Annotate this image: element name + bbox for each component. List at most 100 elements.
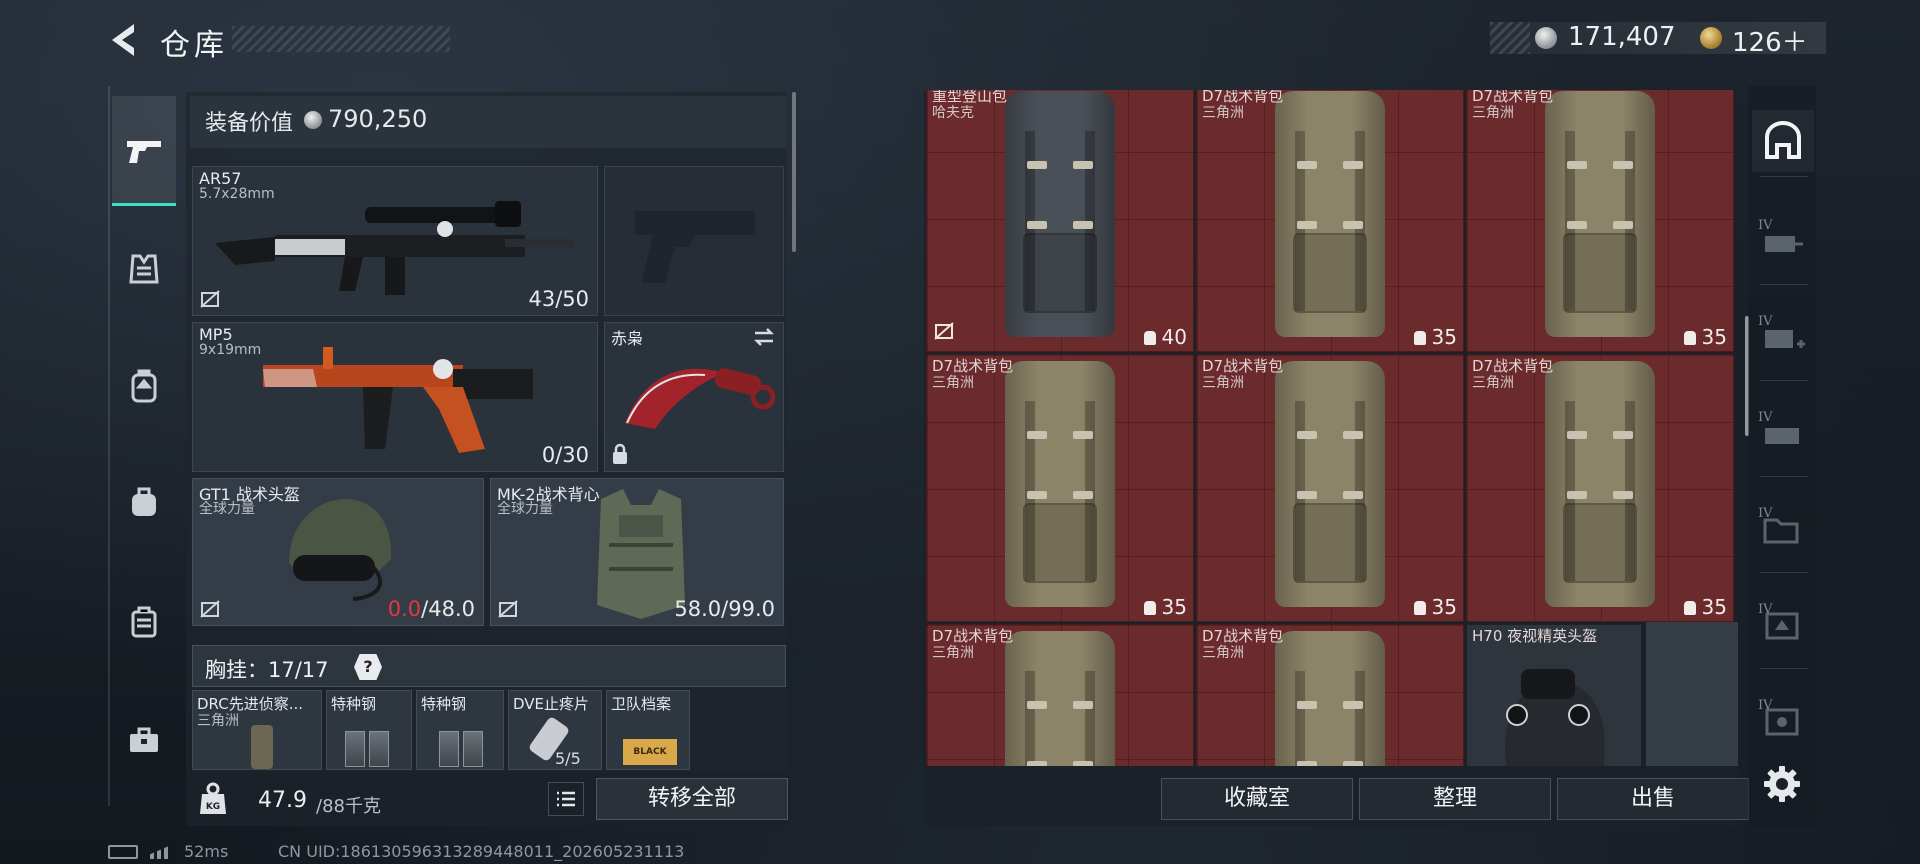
help-button[interactable]: ? [354,654,382,680]
vest-slot[interactable]: MK-2战术背心 全球力量 58.0/99.0 [490,478,784,626]
storage-item-cell[interactable]: D7战术背包 三角洲 35 [1466,90,1734,352]
list-view-button[interactable] [548,782,584,816]
scout-device-icon [251,725,273,769]
category-weapon-tab[interactable] [112,96,176,206]
tier-label: IV [1758,314,1773,329]
storage-item-faction: 三角洲 [932,645,974,661]
ammo-count: 0/30 [541,443,589,467]
secondary-weapon-slot[interactable] [604,166,784,316]
back-button[interactable] [104,18,144,62]
magazine-icon [439,731,459,767]
no-insure-icon [200,290,220,308]
chest-item-painkiller[interactable]: DVE止疼片 5/5 [508,690,602,770]
category-toolbox-tab[interactable] [112,708,176,772]
chest-item-drc[interactable]: DRC先进侦察... 三角洲 [192,690,322,770]
item-name: 特种钢 [331,695,377,713]
vest-icon [129,254,159,284]
backpack-icon [1275,631,1385,766]
category-armor-tab[interactable] [112,238,176,302]
file-tag: BLACK TIDE [623,739,677,765]
equipment-value: 790,250 [328,105,428,133]
backpack-icon [1005,361,1115,607]
storage-item-capacity: 35 [1413,325,1457,349]
storage-item-faction: 三角洲 [1202,645,1244,661]
carry-weight-max: /88千克 [316,796,381,817]
category-bag-tab[interactable] [112,470,176,534]
pistol-icon [127,140,161,163]
storage-item-cell[interactable]: D7战术背包 三角洲 35 [1466,354,1734,622]
carry-weight: 47.9 [258,788,307,813]
sell-button[interactable]: 出售 [1557,778,1749,820]
transfer-all-button[interactable]: 转移全部 [596,778,788,820]
nightvision-helmet-icon [1487,661,1617,766]
tier-label: IV [1758,698,1773,713]
storage-item-capacity: 35 [1683,595,1727,619]
helmet-icon [289,499,392,601]
melee-slot[interactable]: 赤枭 [604,322,784,472]
gold-coin-icon [1700,27,1722,49]
back-arrow-icon [112,24,134,56]
storage-grid[interactable]: 重型登山包 哈夫克 40 D7战术背包 三角洲 35 D7战术背包 三角洲 35 D7战术背包 三角… [926,90,1738,766]
weapon-caliber: 9x19mm [199,342,262,358]
vest-faction: 全球力量 [497,501,553,517]
storage-item-name: H70 夜视精英头盔 [1472,627,1598,645]
storage-item-cell[interactable]: 重型登山包 哈夫克 40 [926,90,1194,352]
helmet-durability: 0.0/48.0 [388,597,475,621]
capacity-icon [1683,331,1696,345]
tertiary-weapon-slot[interactable]: MP5 9x19mm 0/30 [192,322,598,472]
settings-button[interactable] [1758,760,1806,808]
storage-item-cell[interactable]: D7战术背包 三角洲 35 [1196,90,1464,352]
silver-coin-icon [304,111,322,129]
backpack-icon [1545,361,1655,607]
storage-item-cell[interactable]: D7战术背包 三角洲 [926,624,1194,766]
storage-item-cell[interactable]: D7战术背包 三角洲 [1196,624,1464,766]
durability-current: 0.0 [387,597,422,621]
backpack-icon [1275,361,1385,607]
storage-item-cell[interactable]: D7战术背包 三角洲 35 [926,354,1194,622]
storage-item-faction: 三角洲 [1202,105,1244,121]
lock-icon [613,443,627,464]
no-insure-icon [933,321,955,345]
network-status: 52ms [108,842,228,861]
vault-button[interactable]: 收藏室 [1161,778,1353,820]
backpack-icon [1005,631,1115,766]
empty-storage-cell[interactable] [1646,622,1738,766]
page-title: 仓库 [160,28,228,63]
storage-item-cell[interactable]: H70 夜视精英头盔 [1466,624,1642,766]
magazine-icon [369,731,389,767]
gear-icon [1764,766,1800,802]
capacity-icon [1413,601,1426,615]
chest-item-guard-file[interactable]: 卫队档案 BLACK TIDE [606,690,690,770]
chest-rig-label: 胸挂：17/17 [205,658,329,682]
chest-item-steel[interactable]: 特种钢 [416,690,504,770]
toolbox-icon [130,727,158,752]
no-insure-icon [200,600,220,618]
chest-item-steel[interactable]: 特种钢 [326,690,412,770]
storage-tab-main[interactable] [1752,110,1814,172]
tier-label: IV [1758,602,1773,617]
backpack-icon [1005,91,1115,337]
sort-button[interactable]: 整理 [1359,778,1551,820]
storage-item-cell[interactable]: D7战术背包 三角洲 35 [1196,354,1464,622]
ammo-count: 43/50 [528,287,589,311]
item-name: DVE止疼片 [513,695,590,713]
item-faction: 三角洲 [197,713,239,729]
swap-icon[interactable] [751,327,777,347]
helmet-faction: 全球力量 [199,501,255,517]
storage-item-faction: 三角洲 [1202,375,1244,391]
vest-durability: 58.0/99.0 [674,597,775,621]
capacity-icon [1413,331,1426,345]
rail-divider [1760,476,1808,477]
primary-weapon-slot[interactable]: AR57 5.7x28mm 43/50 [192,166,598,316]
equipment-scrollbar[interactable] [792,92,796,252]
category-backpack-tab[interactable] [112,354,176,418]
capacity-icon [1683,601,1696,615]
category-case-tab[interactable] [112,590,176,654]
gold-currency-amount[interactable]: 126＋ [1732,22,1808,59]
bag-icon [132,487,156,516]
helmet-slot[interactable]: GT1 战术头盔 全球力量 0.0/48.0 [192,478,484,626]
storage-item-capacity: 35 [1143,595,1187,619]
no-insure-icon [498,600,518,618]
backpack-icon [131,369,157,403]
storage-item-faction: 三角洲 [1472,105,1514,121]
